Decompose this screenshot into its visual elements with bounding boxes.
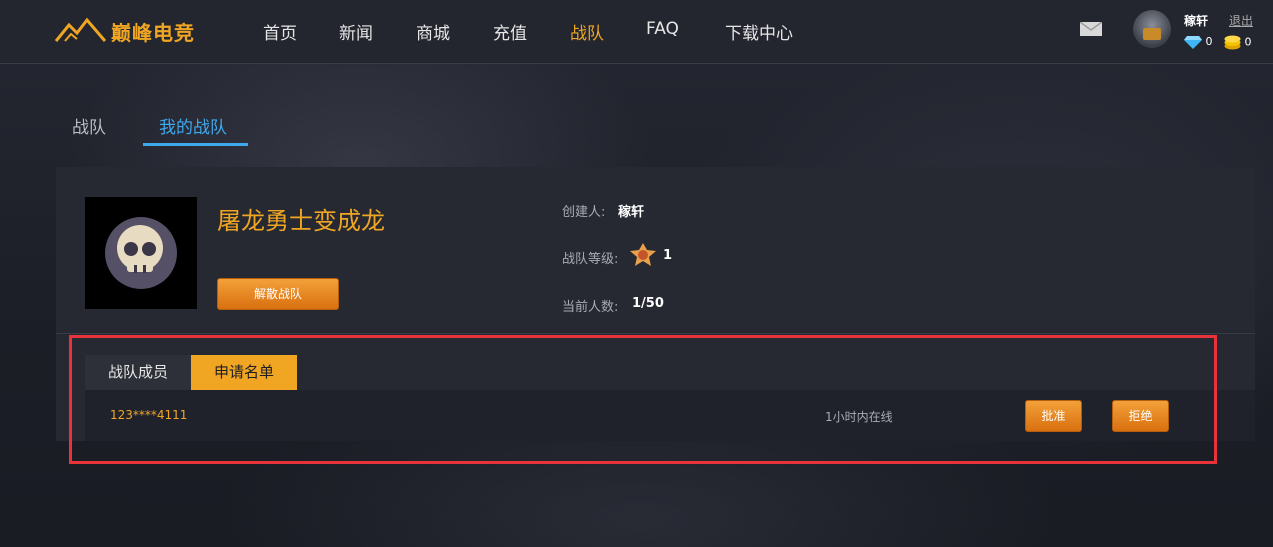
- logout-link[interactable]: 退出: [1229, 12, 1253, 29]
- panel-divider: [56, 333, 1255, 334]
- user-avatar[interactable]: [1133, 10, 1171, 48]
- tab-my-team[interactable]: 我的战队: [159, 113, 227, 138]
- nav-faq[interactable]: FAQ: [646, 19, 679, 39]
- diamond-balance: 0: [1184, 35, 1213, 49]
- tab-active-indicator: [143, 143, 248, 146]
- username[interactable]: 稼轩: [1184, 12, 1208, 29]
- creator-value: 稼轩: [618, 205, 645, 220]
- coin-balance: 0: [1224, 35, 1252, 50]
- diamond-icon: [1184, 35, 1202, 49]
- nav-recharge[interactable]: 充值: [493, 19, 527, 44]
- nav-download[interactable]: 下载中心: [725, 19, 793, 44]
- nav-team[interactable]: 战队: [570, 19, 604, 44]
- member-count-value: 1/50: [632, 296, 664, 311]
- nav-home[interactable]: 首页: [263, 19, 297, 44]
- logo-text: 巅峰电竞: [111, 21, 195, 45]
- coin-icon: [1224, 35, 1241, 50]
- mountain-logo-icon: [55, 17, 107, 42]
- nav-news[interactable]: 新闻: [339, 19, 373, 44]
- mail-icon[interactable]: [1080, 22, 1102, 36]
- creator-label: 创建人:: [562, 205, 606, 220]
- nav-shop[interactable]: 商城: [416, 19, 450, 44]
- coin-count: 0: [1244, 35, 1252, 49]
- team-avatar: [85, 197, 197, 309]
- skull-icon: [105, 217, 177, 289]
- top-header: 巅峰电竞 首页 新闻 商城 充值 战队 FAQ 下载中心 稼轩 退出 0 0: [0, 0, 1273, 64]
- tab-teams[interactable]: 战队: [72, 113, 106, 138]
- diamond-count: 0: [1205, 35, 1213, 48]
- level-badge-icon: [630, 243, 656, 266]
- team-name: 屠龙勇士变成龙: [217, 207, 385, 235]
- team-level-value: 1: [663, 248, 673, 263]
- dissolve-team-button[interactable]: 解散战队: [217, 278, 339, 310]
- site-logo[interactable]: 巅峰电竞: [55, 15, 200, 45]
- highlight-box: [69, 335, 1217, 464]
- team-level-label: 战队等级:: [562, 252, 619, 267]
- member-count-label: 当前人数:: [562, 300, 619, 315]
